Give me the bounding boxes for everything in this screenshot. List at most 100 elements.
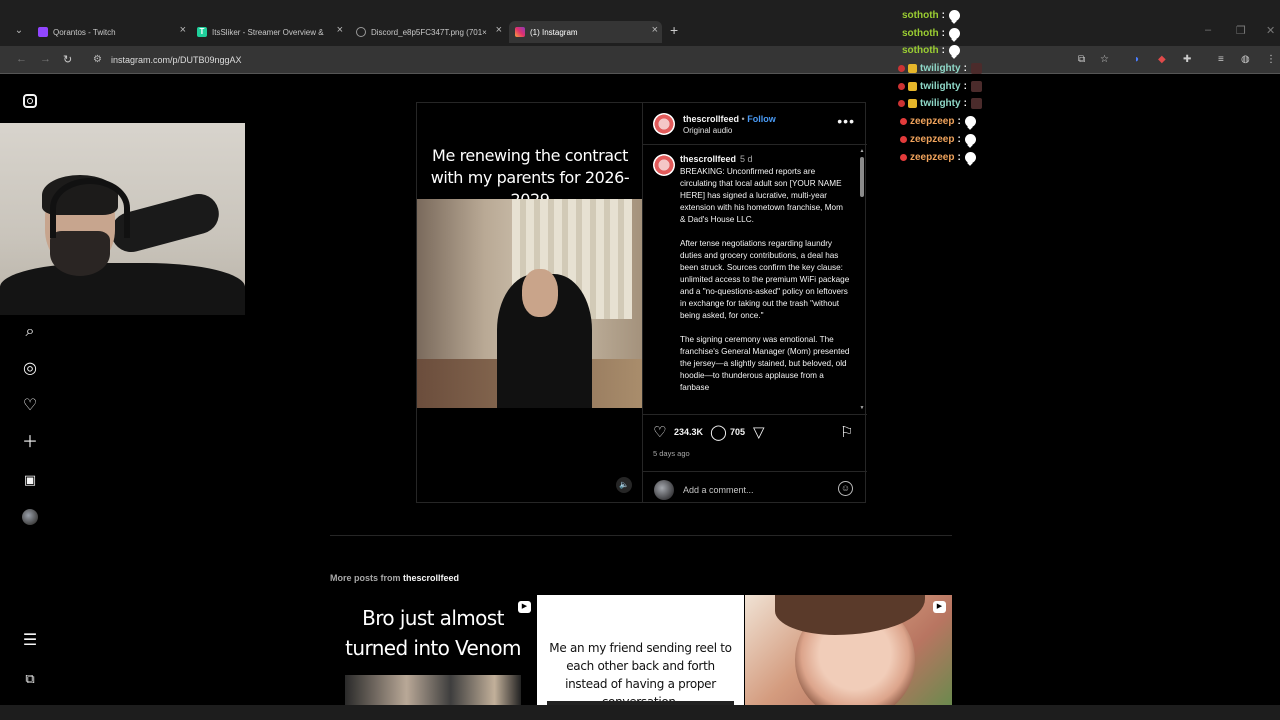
chat-colon: : [963,62,967,74]
chat-username[interactable]: zeepzeep [910,116,954,127]
chat-username[interactable]: sothoth [902,45,939,56]
chat-badge-icon [908,81,917,91]
chat-username[interactable]: twilighty [920,81,961,92]
tab-title: Qorantos - Twitch [53,27,116,37]
close-icon[interactable]: × [337,24,343,36]
forward-icon[interactable]: → [40,53,51,65]
minimize-icon[interactable]: – [1205,24,1211,36]
scrollbar-thumb[interactable] [860,157,864,197]
audio-label[interactable]: Original audio [683,126,732,135]
save-bookmark-icon[interactable]: ⚐ [840,423,853,441]
tab-streamer-overview[interactable]: T ItsSliker - Streamer Overview & × [197,21,343,43]
browser-tab-bar: ⌄ Qorantos - Twitch × T ItsSliker - Stre… [0,0,1280,46]
scroll-down-icon[interactable]: ▼ [859,405,865,411]
comment-icon[interactable]: ◯ [710,423,727,441]
tab-instagram[interactable]: (1) Instagram × [509,21,662,43]
caption-text: BREAKING: Unconfirmed reports are circul… [680,166,850,406]
taskbar-strip [0,705,1280,720]
instagram-logo-icon[interactable] [21,92,39,110]
explore-compass-icon[interactable]: ◎ [21,360,39,378]
reading-list-icon[interactable]: ≡ [1218,54,1224,65]
search-icon[interactable]: ⌕ [21,323,39,341]
chat-username[interactable]: sothoth [902,28,939,39]
grid-post[interactable]: Me an my friend sending reel to each oth… [537,595,744,705]
install-app-icon[interactable]: ⧉ [1078,54,1085,65]
emoji-icon[interactable]: ☺ [838,481,853,496]
post-age[interactable]: 5 days ago [653,449,690,458]
chat-badge-icon [900,135,907,143]
video-frame[interactable] [417,199,642,408]
chat-username[interactable]: sothoth [902,10,939,21]
post-actions: ♡ 234.3K ◯ 705 ▽ ⚐ 5 days ago ☺ [643,414,867,504]
more-options-icon[interactable]: ••• [837,113,855,129]
like-count[interactable]: 234.3K [674,427,703,437]
chat-badge-icon [900,117,907,125]
also-from-meta-icon[interactable]: ⧉ [21,670,39,688]
grid-post[interactable]: Bro just almost turned into Venom ▶ [330,595,536,705]
share-icon[interactable]: ▽ [753,423,765,441]
chat-emote-icon [949,9,960,21]
caption-time: 5 d [740,154,753,164]
more-posts-label: More posts from [330,573,401,583]
caption-header: thescrollfeed 5 d [680,154,753,164]
close-icon[interactable]: × [652,24,658,36]
window-close-icon[interactable]: ✕ [1266,24,1275,37]
chat-colon: : [941,44,945,56]
mute-icon[interactable]: 🔈 [616,477,632,493]
tab-twitch[interactable]: Qorantos - Twitch × [38,21,186,43]
post-card: Me renewing the contract with my parents… [416,102,867,504]
extension-icon[interactable]: ◆ [1158,54,1166,65]
video-face [522,269,558,317]
author-avatar[interactable] [653,113,675,135]
chat-message: zeepzeep: [900,114,976,128]
tab-search-chevron-icon[interactable]: ⌄ [10,22,28,40]
back-icon[interactable]: ← [16,53,27,65]
instagram-favicon-icon [515,27,525,37]
restore-icon[interactable]: ❐ [1236,24,1246,37]
tab-discord-image[interactable]: Discord_e8p5FC347T.png (701× × [356,21,502,43]
more-posts-heading: More posts from thescrollfeed [330,573,459,583]
close-icon[interactable]: × [180,24,186,36]
new-tab-button[interactable]: + [670,22,678,38]
site-info-icon[interactable]: ⚙ [93,54,102,65]
close-icon[interactable]: × [496,24,502,36]
heart-notifications-icon[interactable]: ♡ [21,397,39,415]
create-plus-icon[interactable]: ＋ [21,434,39,452]
like-heart-icon[interactable]: ♡ [653,423,666,441]
reel-icon: ▶ [933,601,946,613]
reload-icon[interactable]: ↻ [63,53,72,66]
extension-icon[interactable]: ◗ [1134,54,1140,65]
webcam-body [0,263,245,315]
chat-username[interactable]: zeepzeep [910,152,954,163]
follow-button[interactable]: Follow [747,114,776,124]
more-posts-username[interactable]: thescrollfeed [403,573,459,583]
more-menu-icon[interactable]: ☰ [21,632,39,650]
chat-badge-icon [898,82,905,90]
chat-colon: : [941,9,945,21]
chat-message: twilighty: [898,61,982,75]
profile-avatar-icon[interactable]: ◍ [1241,54,1250,65]
tab-title: (1) Instagram [530,27,578,37]
bookmark-star-icon[interactable]: ☆ [1100,54,1109,65]
profile-avatar[interactable] [22,509,38,525]
chat-emote-icon [949,44,960,56]
grid-post[interactable]: ▶ [745,595,952,705]
caption-avatar[interactable] [653,154,675,176]
post-details: thescrollfeed • Follow Original audio ••… [642,103,867,504]
twitch-favicon-icon [38,27,48,37]
url-text[interactable]: instagram.com/p/DUTB09nggAX [111,55,242,65]
dashboard-icon[interactable]: ▣ [21,471,39,489]
author-username[interactable]: thescrollfeed [683,114,739,124]
post-media[interactable]: Me renewing the contract with my parents… [417,103,642,502]
scroll-up-icon[interactable]: ▲ [859,148,865,154]
chat-username[interactable]: twilighty [920,98,961,109]
chat-username[interactable]: zeepzeep [910,134,954,145]
caption-username[interactable]: thescrollfeed [680,154,736,164]
browser-menu-icon[interactable]: ⋮ [1266,54,1276,65]
comment-input[interactable] [683,483,833,497]
extensions-puzzle-icon[interactable]: ✚ [1183,54,1191,65]
chat-badge-icon [898,99,905,107]
caption-scrollbar[interactable]: ▲ ▼ [859,148,865,411]
comment-count[interactable]: 705 [730,427,745,437]
chat-username[interactable]: twilighty [920,63,961,74]
